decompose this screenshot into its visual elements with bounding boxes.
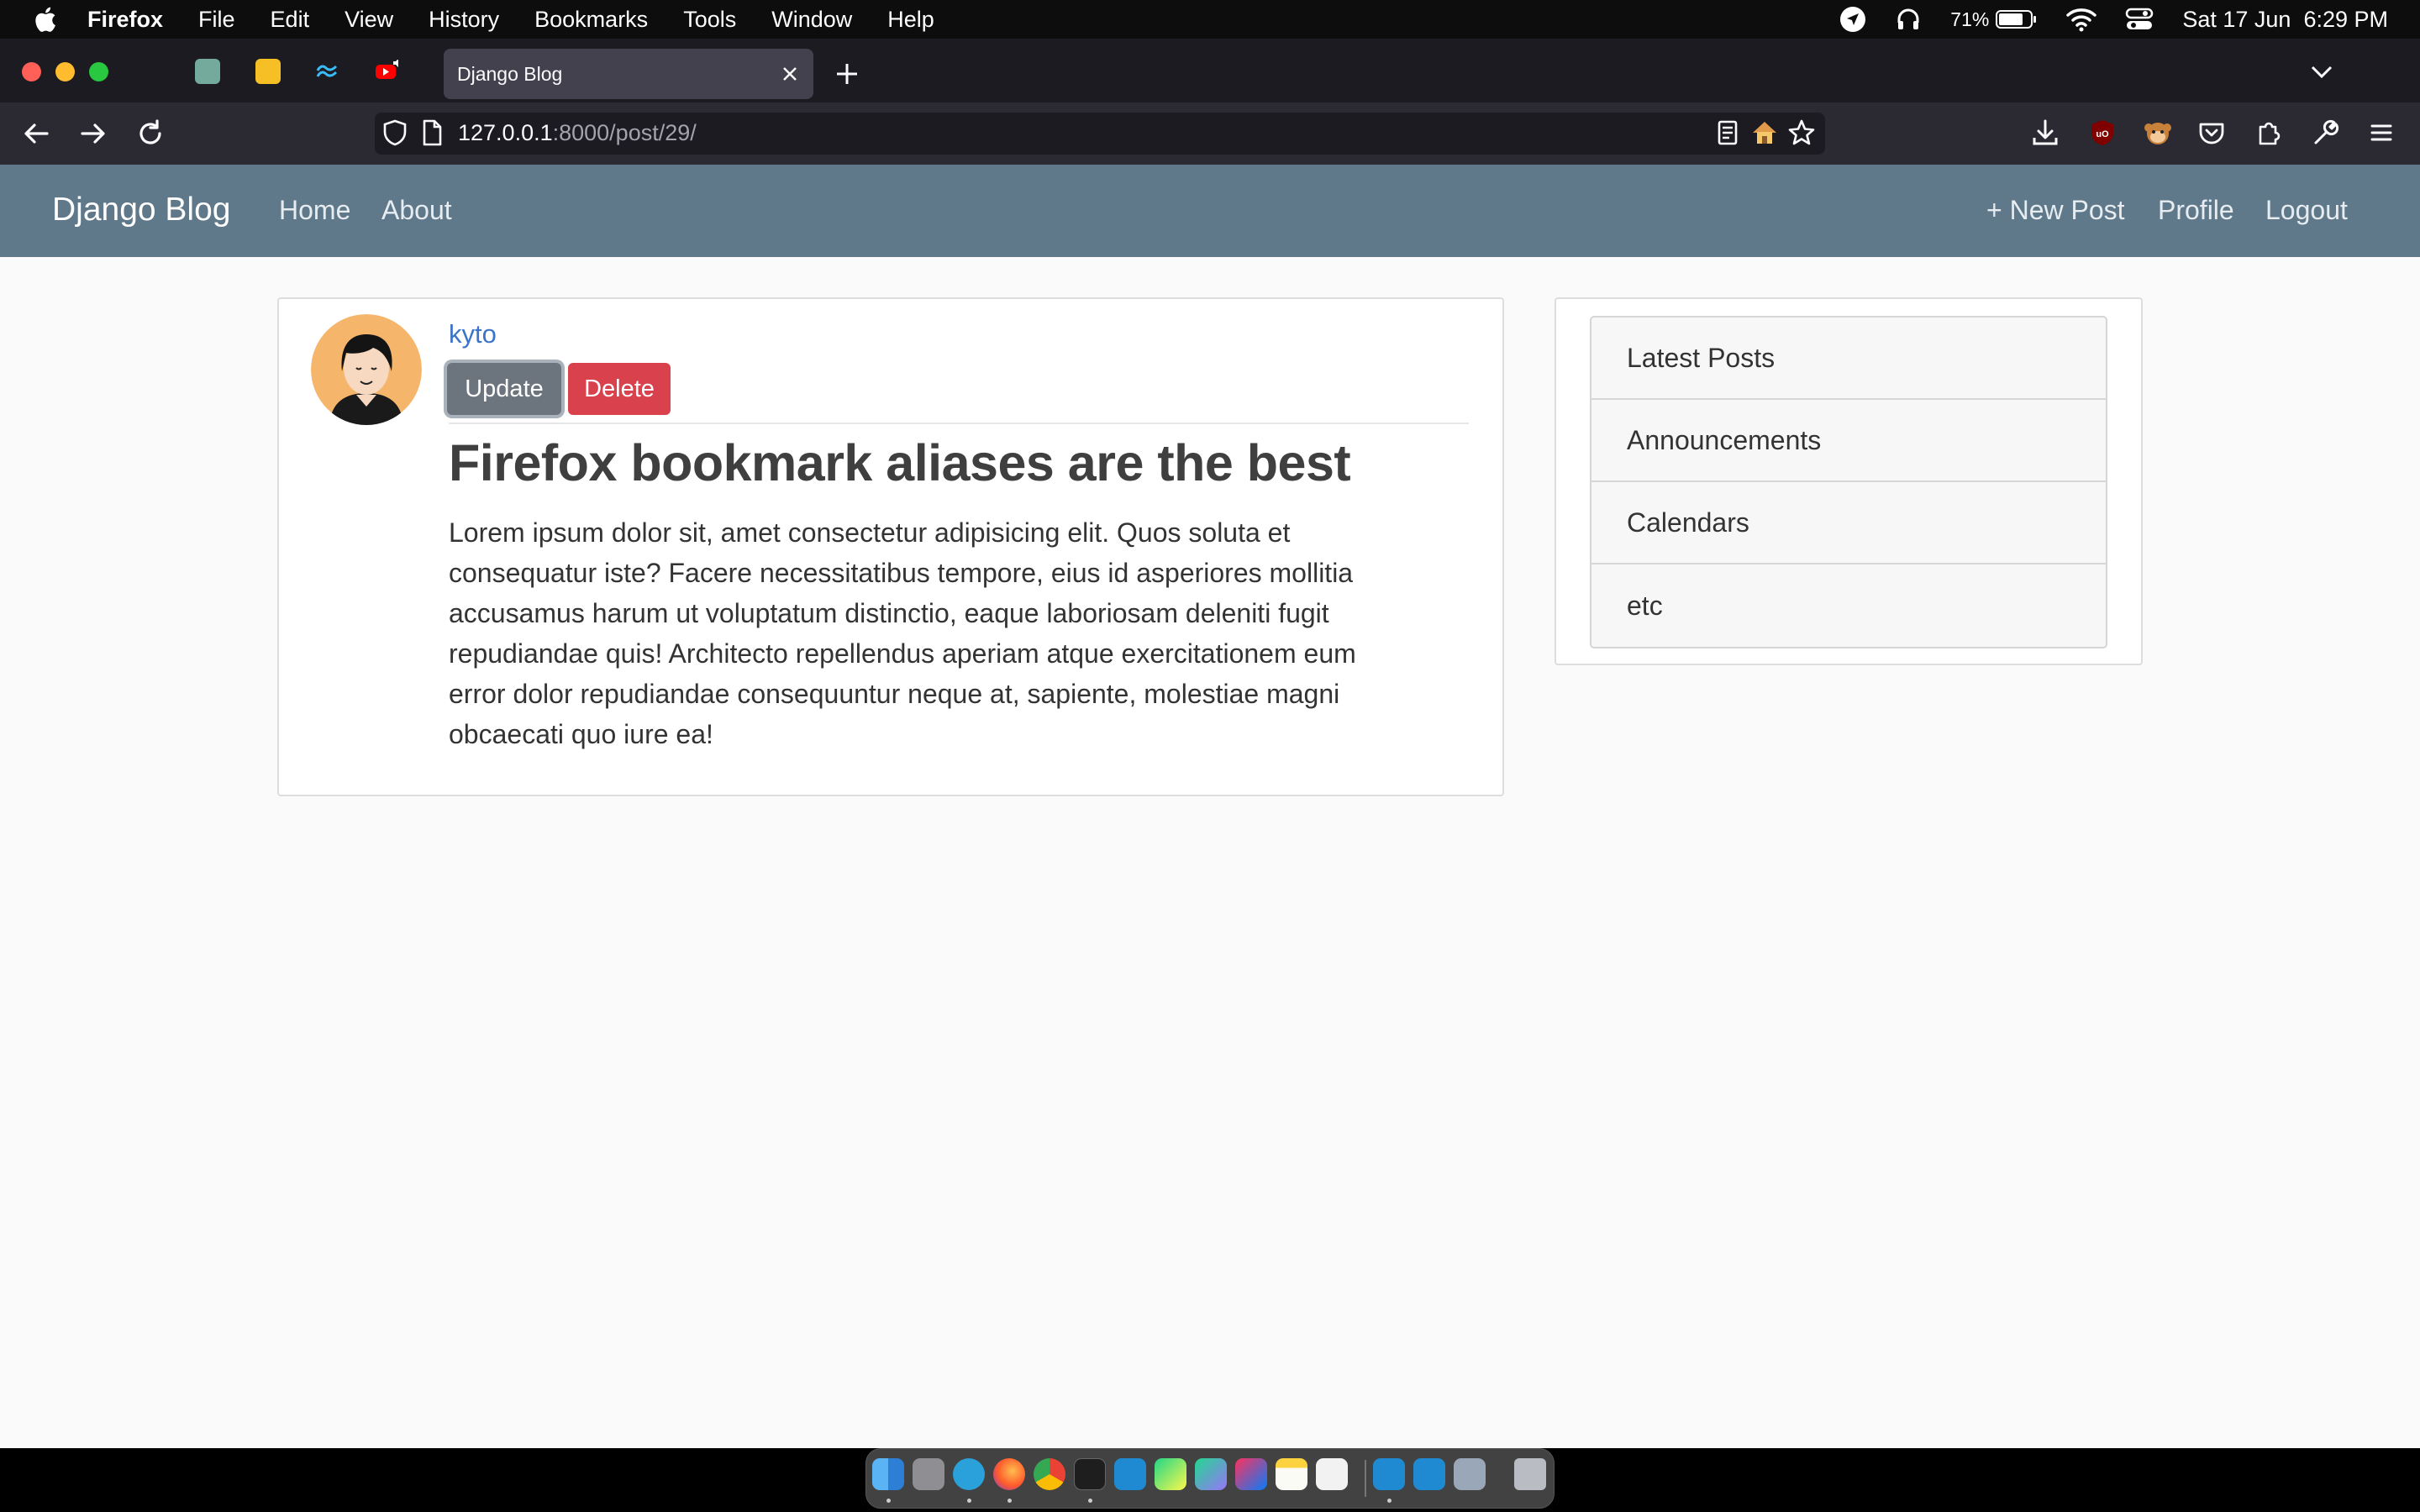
nav-about[interactable]: About	[381, 195, 452, 226]
menu-app-name[interactable]: Firefox	[87, 7, 163, 33]
location-arrow-icon[interactable]	[1839, 6, 1866, 33]
url-path: :8000/post/29/	[552, 120, 697, 145]
battery-percent: 71%	[1950, 8, 1990, 30]
menu-window[interactable]: Window	[771, 7, 852, 33]
sidebar-item-latest-posts[interactable]: Latest Posts	[1591, 318, 2106, 400]
menu-history[interactable]: History	[429, 7, 499, 33]
nav-profile[interactable]: Profile	[2158, 195, 2234, 226]
pinned-tab-keep-icon[interactable]	[255, 59, 281, 84]
running-indicator	[1007, 1499, 1012, 1503]
new-tab-icon[interactable]	[834, 60, 860, 87]
page-info-icon[interactable]	[417, 118, 447, 148]
screenshot-window-icon[interactable]	[1454, 1458, 1486, 1490]
pycharm-icon[interactable]	[1155, 1458, 1186, 1490]
telegram-icon[interactable]	[953, 1458, 985, 1490]
back-icon[interactable]	[20, 118, 52, 150]
wifi-icon[interactable]	[2066, 7, 2097, 32]
sidebar-item-calendars[interactable]: Calendars	[1591, 482, 2106, 564]
trash-icon[interactable]	[1514, 1458, 1546, 1490]
svg-text:uO: uO	[2096, 129, 2109, 139]
update-button[interactable]: Update	[447, 363, 561, 415]
site-brand[interactable]: Django Blog	[52, 192, 230, 228]
nav-new-post[interactable]: + New Post	[1986, 195, 2125, 226]
ublock-origin-icon[interactable]: uO	[2087, 118, 2118, 148]
menu-bookmarks[interactable]: Bookmarks	[534, 7, 648, 33]
post-title: Firefox bookmark aliases are the best	[449, 434, 1351, 491]
sidebar-list: Latest Posts Announcements Calendars etc	[1590, 316, 2107, 648]
browser-tab-bar	[0, 39, 2420, 102]
author-link[interactable]: kyto	[449, 319, 497, 349]
dock-separator	[1365, 1460, 1366, 1497]
battery-icon	[1996, 10, 2037, 29]
running-indicator	[1387, 1499, 1392, 1503]
close-window-button[interactable]	[22, 62, 41, 81]
bookmark-star-icon[interactable]	[1786, 118, 1817, 148]
finder-icon[interactable]	[872, 1458, 904, 1490]
datagrip-icon[interactable]	[1195, 1458, 1227, 1490]
headphones-icon[interactable]	[1895, 6, 1922, 33]
vscode-window-icon[interactable]	[1373, 1458, 1405, 1490]
author-avatar	[311, 314, 422, 425]
running-indicator	[967, 1499, 971, 1503]
nav-home[interactable]: Home	[279, 195, 350, 226]
post-divider	[449, 423, 1469, 424]
post-content-line: consequatur iste? Facere necessitatibus …	[449, 558, 1354, 588]
post-content: Lorem ipsum dolor sit, amet consectetur …	[449, 512, 1457, 754]
downloads-icon[interactable]	[2030, 118, 2060, 148]
delete-button[interactable]: Delete	[568, 363, 671, 415]
running-indicator	[1088, 1499, 1092, 1503]
close-tab-icon[interactable]	[778, 62, 802, 86]
menu-tools[interactable]: Tools	[683, 7, 736, 33]
intellij-icon[interactable]	[1235, 1458, 1267, 1490]
post-content-line: accusamus harum ut voluptatum distinctio…	[449, 598, 1329, 628]
hamburger-menu-icon[interactable]	[2366, 118, 2396, 148]
extensions-puzzle-icon[interactable]	[2254, 118, 2284, 148]
zoom-window-button[interactable]	[89, 62, 108, 81]
tampermonkey-icon[interactable]	[2143, 118, 2173, 148]
minimize-window-button[interactable]	[55, 62, 75, 81]
control-center-icon[interactable]	[2125, 7, 2154, 32]
tab-django-blog[interactable]: Django Blog	[444, 49, 813, 99]
forward-icon[interactable]	[77, 118, 109, 150]
apple-icon[interactable]	[32, 5, 57, 34]
menu-view[interactable]: View	[345, 7, 393, 33]
sidebar-item-announcements[interactable]: Announcements	[1591, 400, 2106, 482]
post-content-line: repudiandae quis! Architecto repellendus…	[449, 638, 1356, 669]
chrome-icon[interactable]	[1034, 1458, 1065, 1490]
post-content-line: obcaecati quo iure ea!	[449, 719, 713, 749]
pinned-tab-chatgpt-icon[interactable]	[195, 59, 220, 84]
developer-tools-wrench-icon[interactable]	[2311, 118, 2341, 148]
url-text[interactable]: 127.0.0.1:8000/post/29/	[458, 120, 697, 146]
clock[interactable]: Sat 17 Jun 6:29 PM	[2182, 7, 2388, 33]
pocket-icon[interactable]	[2196, 118, 2227, 148]
reader-view-icon[interactable]	[1712, 118, 1743, 148]
nav-logout[interactable]: Logout	[2265, 195, 2348, 226]
reload-icon[interactable]	[134, 118, 166, 150]
firefox-icon[interactable]	[993, 1458, 1025, 1490]
textedit-icon[interactable]	[1316, 1458, 1348, 1490]
vscode-window-2-icon[interactable]	[1413, 1458, 1445, 1490]
terminal-icon[interactable]	[1074, 1458, 1106, 1490]
battery-indicator[interactable]: 71%	[1950, 8, 2038, 31]
vscode-icon[interactable]	[1114, 1458, 1146, 1490]
post-content-line: Lorem ipsum dolor sit, amet consectetur …	[449, 517, 1291, 548]
list-all-tabs-icon[interactable]	[2309, 64, 2334, 81]
pinned-tab-youtube-icon[interactable]	[375, 59, 400, 84]
menu-edit[interactable]: Edit	[271, 7, 310, 33]
pinned-tab-tailwind-icon[interactable]	[314, 59, 339, 84]
url-host: 127.0.0.1	[458, 120, 553, 145]
tracking-protection-shield-icon[interactable]	[380, 118, 410, 148]
sidebar-item-etc[interactable]: etc	[1591, 564, 2106, 647]
tab-title: Django Blog	[457, 62, 563, 85]
running-indicator	[886, 1499, 891, 1503]
launchpad-icon[interactable]	[913, 1458, 944, 1490]
menu-help[interactable]: Help	[887, 7, 934, 33]
macos-menu-bar: Firefox File Edit View History Bookmarks…	[0, 0, 2420, 39]
post-content-line: error dolor repudiandae consequuntur neq…	[449, 679, 1340, 709]
menu-file[interactable]: File	[198, 7, 235, 33]
home-extension-icon[interactable]	[1749, 118, 1780, 148]
notes-icon[interactable]	[1276, 1458, 1307, 1490]
